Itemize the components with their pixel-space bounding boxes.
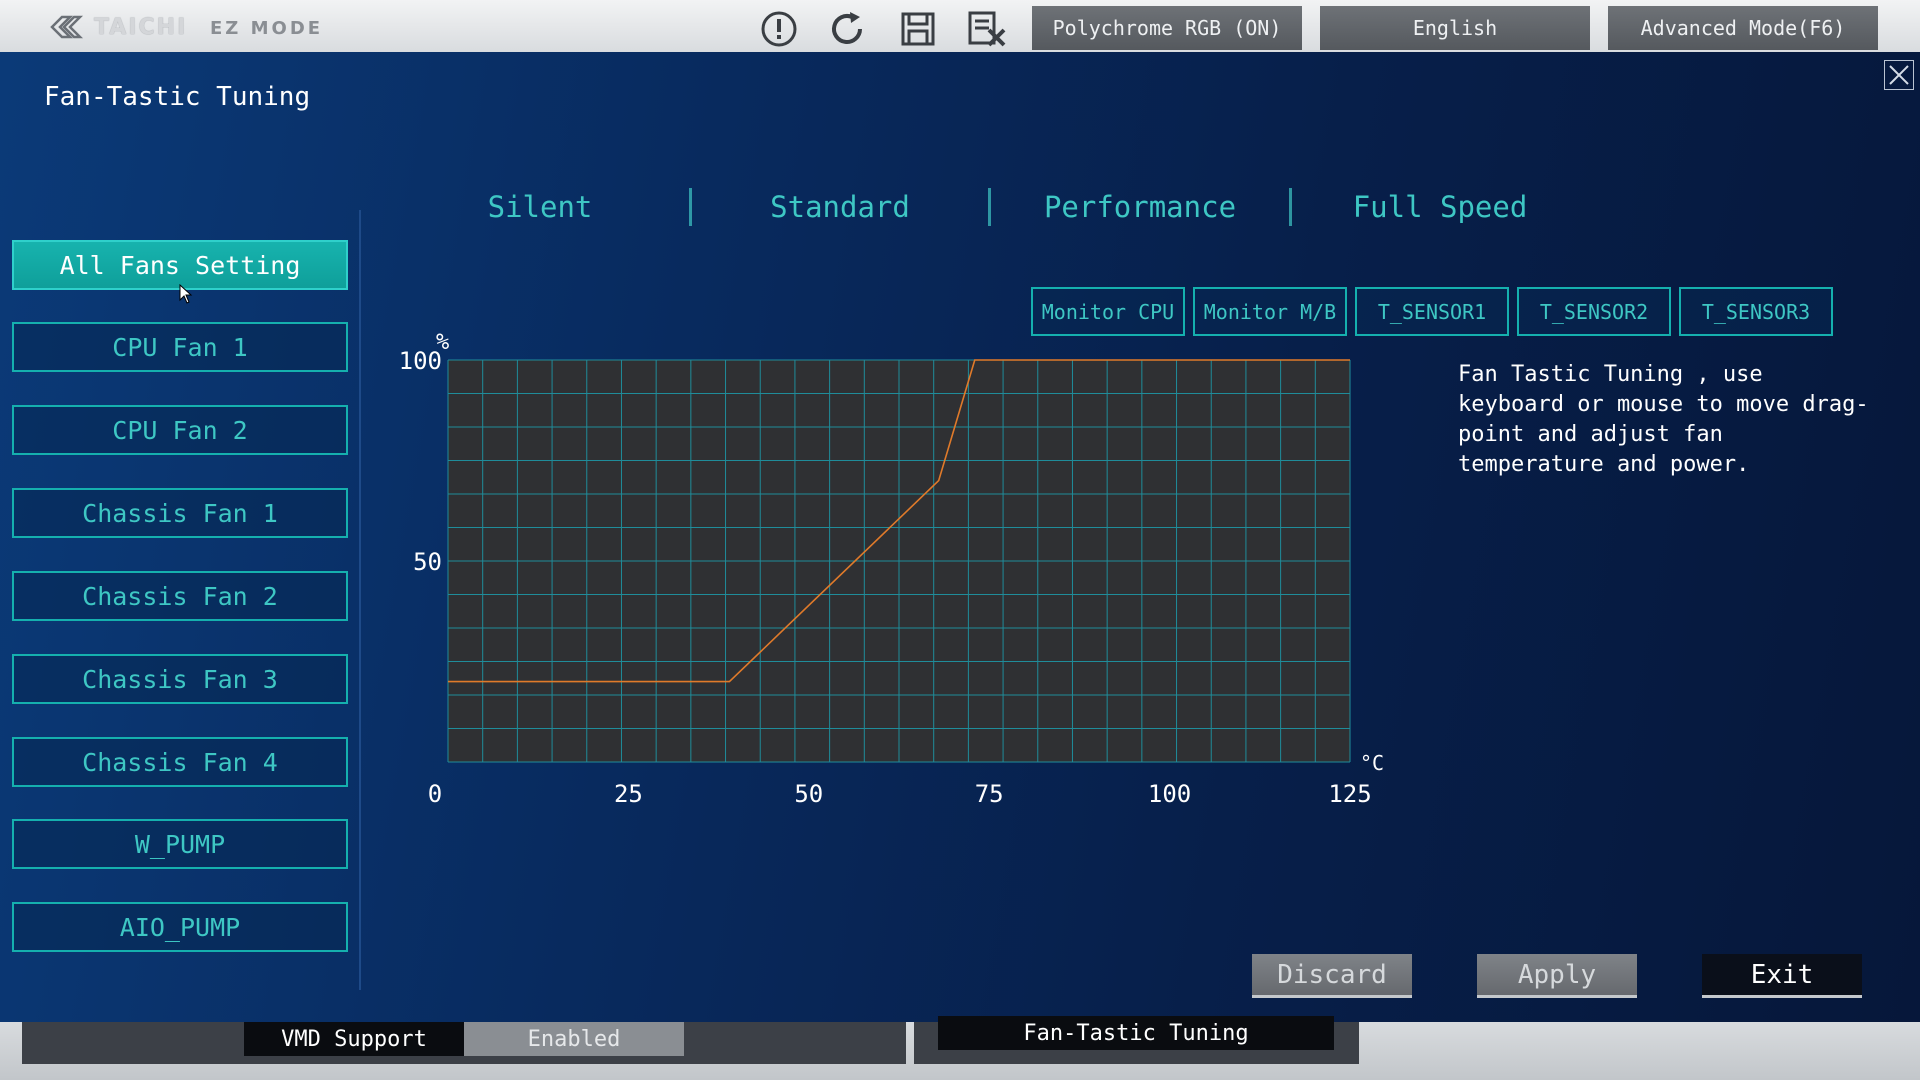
mouse-cursor-icon	[179, 284, 193, 304]
sidebar-divider	[359, 210, 361, 990]
exit-button[interactable]: Exit	[1702, 954, 1862, 998]
taichi-logo-icon	[50, 15, 84, 39]
preset-silent[interactable]: Silent	[410, 182, 670, 232]
t-sensor3-button[interactable]: T_SENSOR3	[1679, 287, 1833, 336]
t-sensor2-button[interactable]: T_SENSOR2	[1517, 287, 1671, 336]
fan-all-fans-setting[interactable]: All Fans Setting	[12, 240, 348, 290]
refresh-icon[interactable]	[827, 8, 869, 50]
vmd-support-label: VMD Support	[244, 1022, 464, 1056]
discard-button[interactable]: Discard	[1252, 954, 1412, 998]
x-tick-label: 100	[1148, 780, 1191, 808]
brand: TAICHI	[48, 12, 187, 42]
advanced-mode-button[interactable]: Advanced Mode(F6)	[1608, 6, 1878, 50]
fan-cpu-fan-2[interactable]: CPU Fan 2	[12, 405, 348, 455]
y-tick-label: 100	[399, 347, 442, 375]
x-tick-label: 50	[794, 780, 823, 808]
y-tick-label: 50	[413, 548, 442, 576]
fan-curve-chart[interactable]: % °C 0 25 50 75 100 12510050	[390, 322, 1390, 882]
mode-label: EZ MODE	[210, 18, 324, 39]
fan-cpu-fan-1[interactable]: CPU Fan 1	[12, 322, 348, 372]
fan-chassis-fan-3[interactable]: Chassis Fan 3	[12, 654, 348, 704]
fan-w-pump[interactable]: W_PUMP	[12, 819, 348, 869]
fan-tastic-tuning-item[interactable]: Fan-Tastic Tuning	[938, 1016, 1334, 1050]
x-tick-label: 75	[975, 780, 1004, 808]
preset-separator	[1289, 188, 1292, 226]
fan-chassis-fan-4[interactable]: Chassis Fan 4	[12, 737, 348, 787]
dialog-title: Fan-Tastic Tuning	[44, 82, 311, 112]
preset-standard[interactable]: Standard	[710, 182, 970, 232]
exit-edit-icon[interactable]	[966, 8, 1008, 50]
preset-performance[interactable]: Performance	[1010, 182, 1270, 232]
preset-separator	[988, 188, 991, 226]
x-tick-label: 0	[428, 780, 442, 808]
preset-full-speed[interactable]: Full Speed	[1310, 182, 1570, 232]
preset-separator	[689, 188, 692, 226]
language-button[interactable]: English	[1320, 6, 1590, 50]
fan-chassis-fan-1[interactable]: Chassis Fan 1	[12, 488, 348, 538]
brand-name: TAICHI	[94, 14, 188, 40]
polychrome-rgb-button[interactable]: Polychrome RGB (ON)	[1032, 6, 1302, 50]
fan-aio-pump[interactable]: AIO_PUMP	[12, 902, 348, 952]
x-axis-label: °C	[1360, 751, 1384, 775]
background-page-strip: VMD Support Enabled Fan-Tastic Tuning	[0, 1016, 1920, 1080]
vmd-support-value[interactable]: Enabled	[464, 1022, 684, 1056]
top-bar: TAICHI EZ MODE Polychrome RGB (ON) Engli…	[0, 0, 1920, 52]
close-icon[interactable]	[1884, 60, 1914, 90]
x-tick-label: 125	[1328, 780, 1371, 808]
x-tick-label: 25	[614, 780, 643, 808]
apply-button[interactable]: Apply	[1477, 954, 1637, 998]
save-icon[interactable]	[897, 8, 939, 50]
fan-tastic-tuning-dialog: Fan-Tastic Tuning All Fans Setting CPU F…	[0, 52, 1920, 1022]
fan-chassis-fan-2[interactable]: Chassis Fan 2	[12, 571, 348, 621]
warning-icon[interactable]	[758, 8, 800, 50]
help-text: Fan Tastic Tuning , use keyboard or mous…	[1458, 362, 1869, 477]
